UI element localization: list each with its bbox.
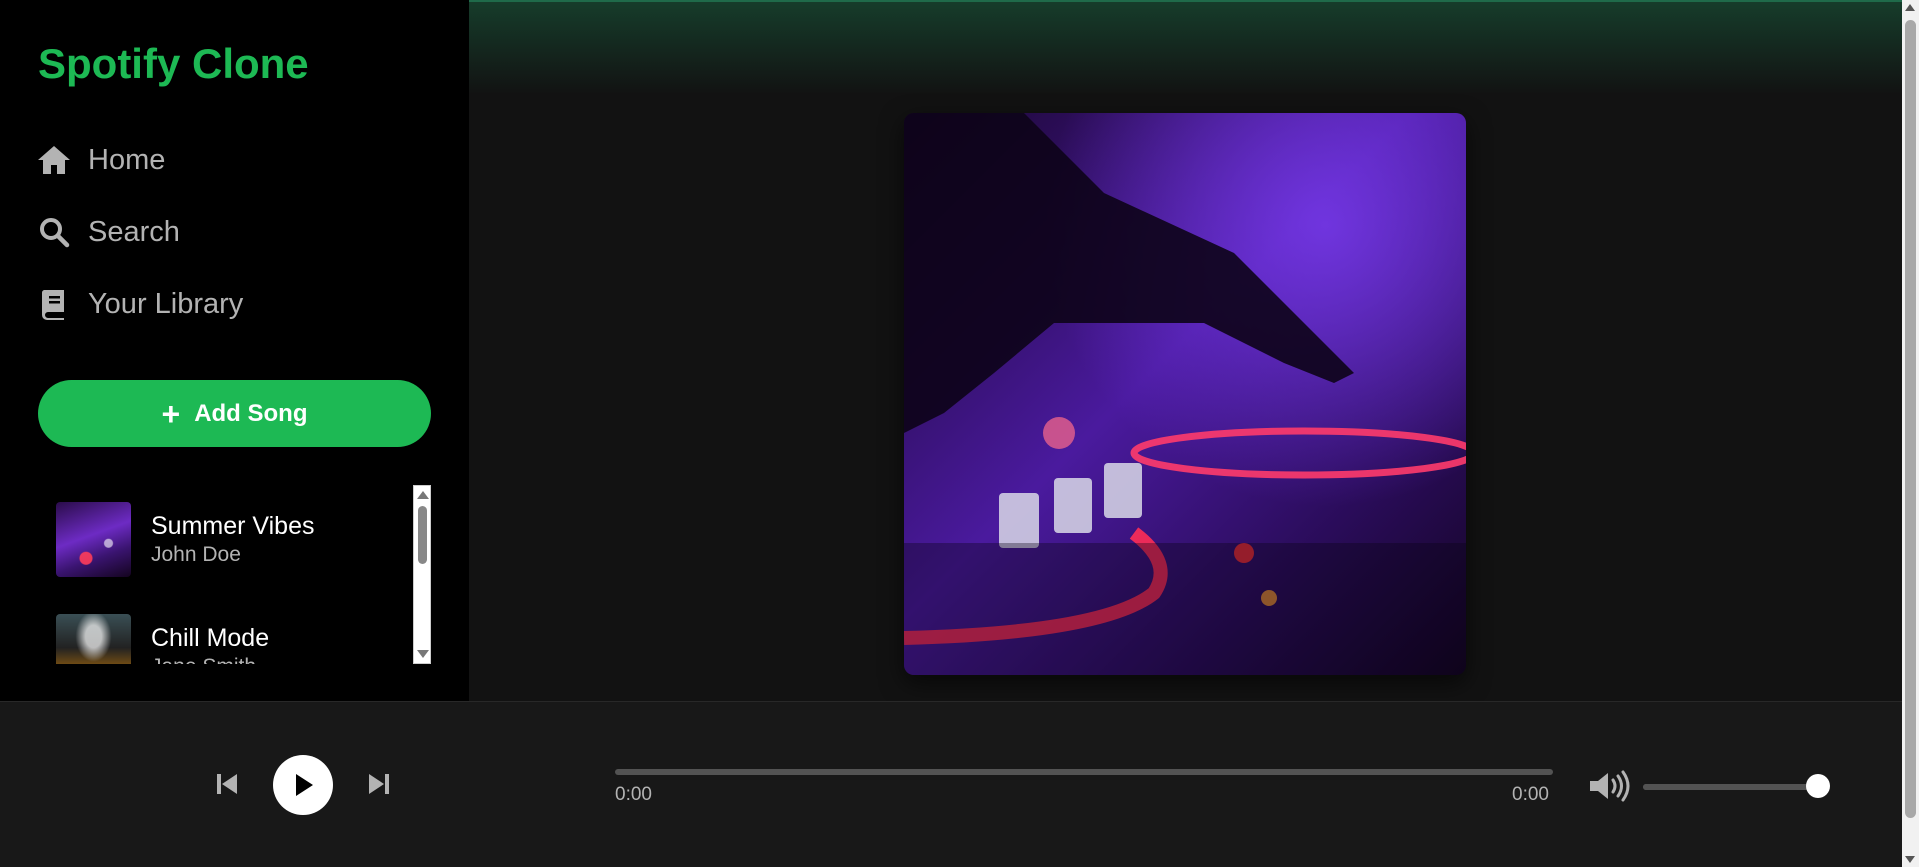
song-title: Summer Vibes xyxy=(151,512,315,540)
app-logo: Spotify Clone xyxy=(38,40,309,87)
scroll-down-icon[interactable] xyxy=(1905,856,1915,863)
duration: 0:00 xyxy=(1512,784,1549,805)
page-scrollbar[interactable] xyxy=(1902,0,1919,867)
nav-item-label: Your Library xyxy=(88,287,244,320)
volume-button[interactable] xyxy=(1588,770,1630,802)
song-list: Summer Vibes John Doe Chill Mode Jane Sm… xyxy=(38,485,431,664)
player-bar: 0:00 0:00 xyxy=(0,701,1902,867)
song-artist: Jane Smith xyxy=(151,655,269,664)
top-accent-line xyxy=(469,0,1902,2)
nav-item-library[interactable]: Your Library xyxy=(36,284,436,324)
album-art-image xyxy=(904,113,1466,675)
search-icon xyxy=(36,214,72,250)
nav-item-label: Search xyxy=(88,215,180,248)
volume-fill xyxy=(1643,784,1818,790)
nav-item-label: Home xyxy=(88,143,166,176)
add-song-label: Add Song xyxy=(194,399,308,427)
skip-forward-icon xyxy=(369,774,389,794)
main-content xyxy=(469,0,1902,701)
app: Spotify Clone Home Search Your Library +… xyxy=(0,0,1902,867)
sidebar-nav: Home Search Your Library xyxy=(36,140,436,356)
volume-handle[interactable] xyxy=(1806,774,1830,798)
skip-back-icon xyxy=(217,774,237,794)
song-artist: John Doe xyxy=(151,543,241,566)
scrollbar-thumb[interactable] xyxy=(418,506,427,564)
home-icon xyxy=(36,142,72,178)
list-item[interactable]: Chill Mode Jane Smith xyxy=(56,614,269,664)
progress-bar[interactable] xyxy=(615,769,1553,775)
scroll-up-icon[interactable] xyxy=(1905,4,1915,11)
nav-item-search[interactable]: Search xyxy=(36,212,436,252)
library-icon xyxy=(36,286,72,322)
nav-item-home[interactable]: Home xyxy=(36,140,436,180)
add-song-button[interactable]: + Add Song xyxy=(38,380,431,447)
next-button[interactable] xyxy=(366,771,392,797)
play-button[interactable] xyxy=(273,755,333,815)
plus-icon: + xyxy=(161,395,181,432)
volume-icon xyxy=(1590,770,1630,802)
song-thumbnail xyxy=(56,502,131,577)
play-icon xyxy=(296,774,313,796)
album-art xyxy=(904,113,1466,675)
volume-slider[interactable] xyxy=(1643,784,1818,790)
song-list-scrollbar[interactable] xyxy=(413,485,431,664)
sidebar: Spotify Clone Home Search Your Library +… xyxy=(0,0,469,701)
song-title: Chill Mode xyxy=(151,624,270,652)
scroll-down-icon[interactable] xyxy=(417,650,429,658)
previous-button[interactable] xyxy=(214,771,240,797)
current-time: 0:00 xyxy=(615,784,652,805)
song-thumbnail xyxy=(56,614,131,664)
list-item[interactable]: Summer Vibes John Doe xyxy=(56,502,315,577)
scroll-up-icon[interactable] xyxy=(417,491,429,499)
scrollbar-thumb[interactable] xyxy=(1905,20,1916,818)
